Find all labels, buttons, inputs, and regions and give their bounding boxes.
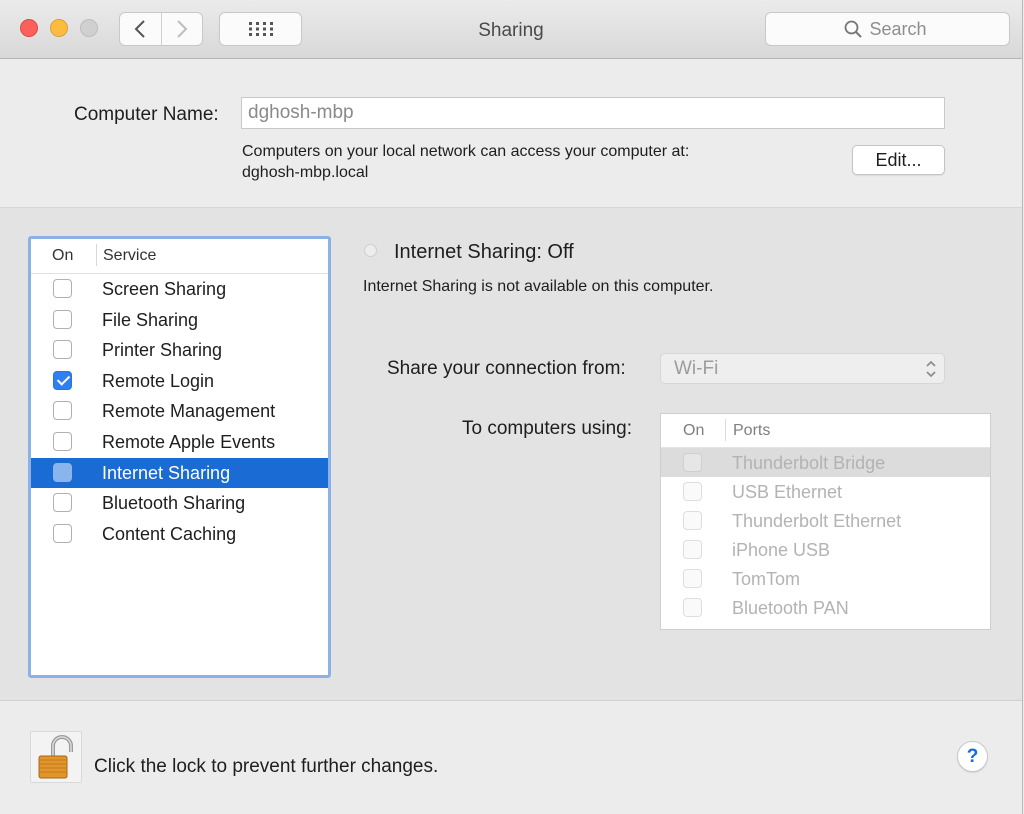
- service-row[interactable]: Remote Management: [31, 396, 328, 427]
- internet-sharing-description: Internet Sharing is not available on thi…: [363, 278, 714, 295]
- search-icon: [844, 20, 862, 38]
- service-row[interactable]: File Sharing: [31, 305, 328, 336]
- port-label: Thunderbolt Ethernet: [732, 511, 902, 531]
- port-checkbox: [683, 482, 702, 501]
- unlocked-padlock-icon: [38, 735, 73, 779]
- internet-sharing-status-indicator: [364, 244, 377, 257]
- search-field[interactable]: [765, 12, 1010, 46]
- share-from-popup[interactable]: Wi-Fi: [660, 353, 945, 384]
- port-row: Thunderbolt Bridge: [661, 448, 990, 477]
- service-row[interactable]: Screen Sharing: [31, 274, 328, 305]
- service-checkbox[interactable]: [53, 493, 72, 513]
- network-address-description: Computers on your local network can acce…: [242, 141, 689, 183]
- service-checkbox[interactable]: [53, 431, 72, 451]
- title-bar: Sharing: [0, 0, 1022, 59]
- service-checkbox[interactable]: [53, 340, 72, 360]
- service-checkbox[interactable]: [53, 370, 72, 390]
- port-checkbox: [683, 598, 702, 617]
- lock-button[interactable]: [30, 731, 82, 783]
- port-row: TomTom: [661, 564, 990, 593]
- port-label: iPhone USB: [732, 540, 831, 560]
- sharing-window: Sharing Computer Name: Computers on your…: [0, 0, 1023, 814]
- service-row[interactable]: Internet Sharing: [31, 457, 328, 489]
- ports-column-on: On: [683, 422, 705, 439]
- footer: Click the lock to prevent further change…: [0, 701, 1022, 814]
- service-rows: Screen Sharing File Sharing Printer Sharin…: [31, 274, 328, 549]
- service-row[interactable]: Remote Login: [31, 366, 328, 397]
- service-row[interactable]: Bluetooth Sharing: [31, 488, 328, 519]
- port-rows: Thunderbolt Bridge USB Ethernet Thunderbol…: [661, 448, 990, 622]
- search-input[interactable]: [869, 18, 932, 40]
- to-computers-label: To computers using:: [462, 418, 633, 439]
- service-row[interactable]: Content Caching: [31, 519, 328, 550]
- share-from-label: Share your connection from:: [387, 358, 626, 379]
- port-checkbox: [683, 511, 702, 530]
- local-hostname: dghosh-mbp.local: [242, 164, 369, 181]
- computer-name-label: Computer Name:: [74, 104, 219, 125]
- computer-name-section: Computer Name: Computers on your local n…: [0, 59, 1022, 208]
- service-row[interactable]: Remote Apple Events: [31, 427, 328, 458]
- service-row[interactable]: Printer Sharing: [31, 335, 328, 366]
- column-header-service: Service: [103, 247, 157, 264]
- port-row: iPhone USB: [661, 535, 990, 564]
- service-label: Remote Login: [102, 370, 215, 391]
- service-label: Bluetooth Sharing: [102, 493, 246, 514]
- edit-button[interactable]: Edit...: [852, 145, 945, 175]
- ports-list: On Ports Thunderbolt Bridge USB Ethernet T…: [660, 413, 991, 630]
- service-list-header: On Service: [31, 239, 328, 274]
- service-checkbox[interactable]: [53, 401, 72, 421]
- port-checkbox: [683, 540, 702, 559]
- internet-sharing-status: Internet Sharing: Off: [394, 241, 574, 263]
- service-checkbox[interactable]: [53, 523, 72, 543]
- service-label: Remote Apple Events: [102, 431, 276, 452]
- port-label: Thunderbolt Bridge: [732, 453, 886, 473]
- service-label: Internet Sharing: [102, 462, 231, 483]
- ports-column-ports: Ports: [733, 422, 771, 439]
- service-list[interactable]: On Service Screen Sharing File Sharing Pri…: [28, 236, 331, 678]
- ports-list-header: On Ports: [661, 414, 990, 448]
- port-label: USB Ethernet: [732, 482, 843, 502]
- service-label: Content Caching: [102, 523, 237, 544]
- service-label: Screen Sharing: [102, 279, 227, 299]
- service-checkbox[interactable]: [53, 279, 72, 298]
- service-label: Remote Management: [102, 401, 276, 422]
- column-divider: [725, 419, 726, 441]
- column-divider: [96, 244, 97, 266]
- service-label: File Sharing: [102, 309, 199, 330]
- port-row: Bluetooth PAN: [661, 593, 990, 622]
- sharing-services-section: On Service Screen Sharing File Sharing Pri…: [0, 208, 1022, 701]
- computer-name-input[interactable]: [241, 97, 945, 129]
- help-button[interactable]: ?: [957, 741, 988, 772]
- service-checkbox[interactable]: [53, 462, 72, 482]
- column-header-on: On: [52, 247, 74, 264]
- service-checkbox[interactable]: [53, 309, 72, 329]
- port-checkbox: [683, 569, 702, 588]
- port-label: Bluetooth PAN: [732, 598, 849, 618]
- network-description-text: Computers on your local network can acce…: [242, 143, 690, 160]
- service-label: Printer Sharing: [102, 340, 223, 361]
- port-row: USB Ethernet: [661, 477, 990, 506]
- lock-instruction: Click the lock to prevent further change…: [94, 756, 439, 777]
- up-down-arrows-icon: [926, 360, 936, 378]
- port-checkbox: [683, 453, 702, 472]
- port-row: Thunderbolt Ethernet: [661, 506, 990, 535]
- share-from-value: Wi-Fi: [674, 358, 719, 379]
- port-label: TomTom: [732, 569, 801, 589]
